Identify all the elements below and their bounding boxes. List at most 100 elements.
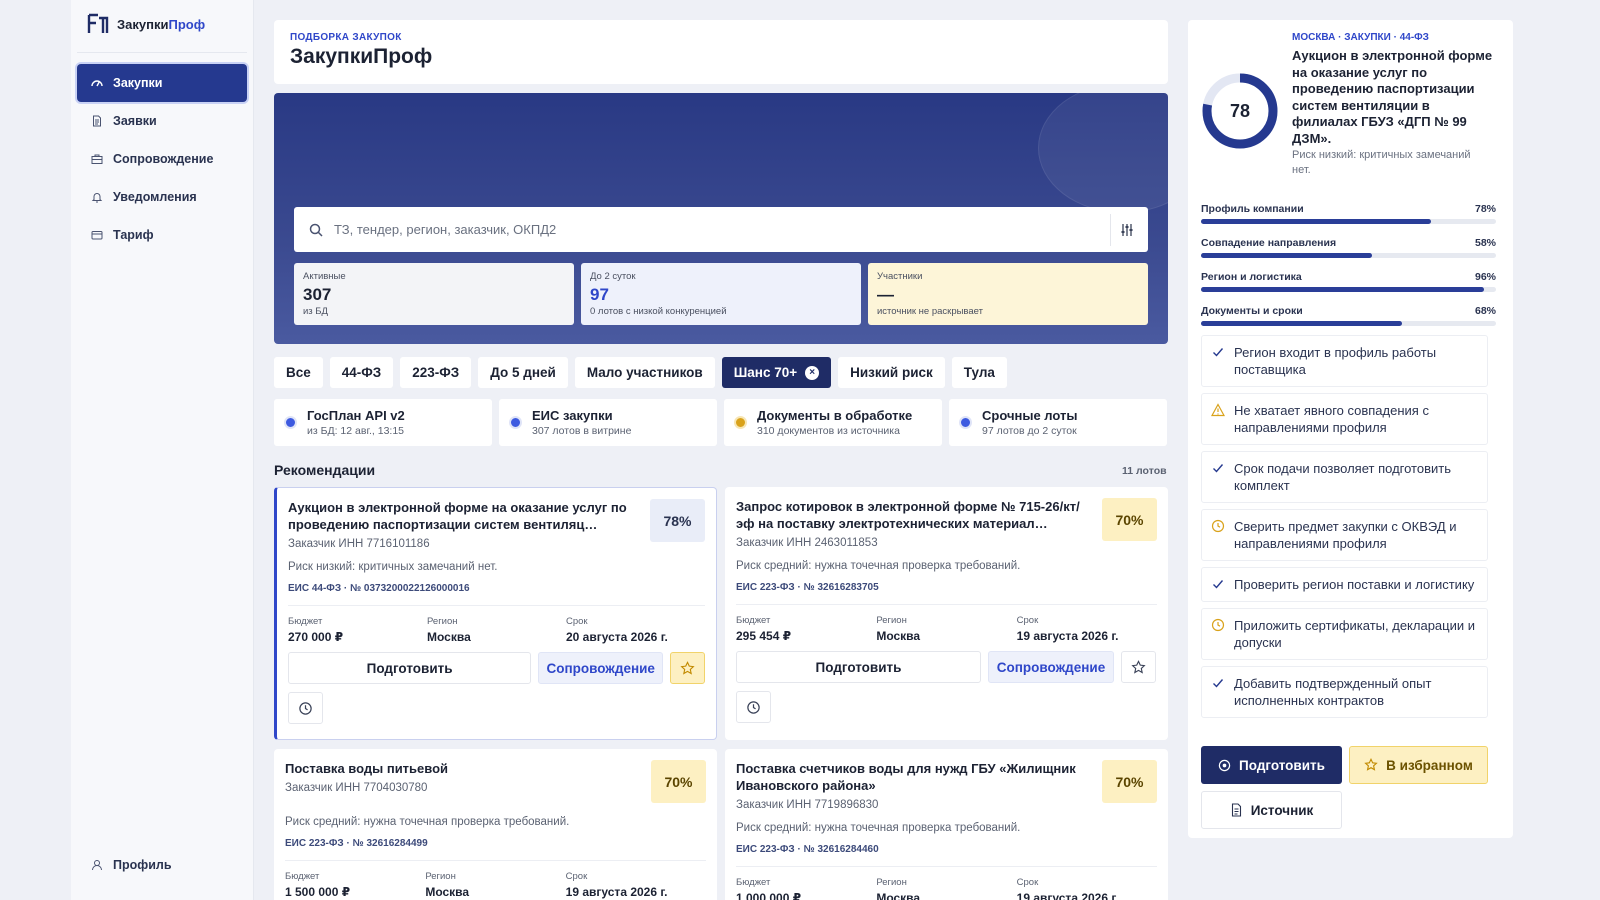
lot-actions: Подготовить Сопровождение [288,652,705,684]
sidebar-item-tarif[interactable]: Тариф [77,216,247,254]
chip-few-participants[interactable]: Мало участников [574,357,715,388]
risk-text: Риск низкий: критичных замечаний нет. [288,561,498,573]
lot-meta: Бюджет 1 500 000 ₽ Регион Москва Срок 19 ав… [285,871,706,899]
filter-chips: Все 44-ФЗ 223-ФЗ До 5 дней Мало участник… [274,357,1007,388]
check-item[interactable]: Не хватает явного совпадения с направлен… [1201,393,1488,445]
chip-all[interactable]: Все [274,357,323,388]
support-button[interactable]: Сопровождение [988,651,1114,683]
sidebar-item-label: Тариф [113,228,154,242]
source-eis[interactable]: ЕИС закупки 307 лотов в витрине [499,399,717,446]
prepare-button[interactable]: Подготовить [288,652,532,684]
budget-label: Бюджет [288,616,323,627]
sidebar-item-zakupki[interactable]: Закупки [77,64,247,102]
lot-card[interactable]: Запрос котировок в электронной форме № 7… [725,487,1168,740]
check-icon [1213,679,1224,688]
source-sub: 310 документов из источника [757,425,900,437]
history-button[interactable] [288,692,323,724]
close-icon[interactable]: × [805,365,820,380]
stat-sub: источник не раскрывает [877,306,983,317]
page-header: ПОДБОРКА ЗАКУПОК ЗакупкиПроф [274,20,1168,84]
eis-number: ЕИС 223-ФЗ · № 32616284499 [285,838,428,849]
check-item[interactable]: Срок подачи позволяет подготовить компле… [1201,451,1488,503]
lot-card[interactable]: Поставка воды питьевой 70% Заказчик ИНН … [274,749,717,900]
divider [736,604,1157,605]
search-input[interactable] [334,222,1110,237]
lot-card[interactable]: Аукцион в электронной форме на оказание … [274,487,717,740]
check-text: Проверить регион поставки и логистику [1234,577,1475,592]
document-icon [1231,803,1241,817]
logo[interactable]: ЗакупкиПроф [87,12,205,36]
score-value: 78 [1229,100,1251,121]
deadline-value: 19 августа 2026 г. [1016,629,1119,643]
check-item[interactable]: Сверить предмет закупки с ОКВЭД и направ… [1201,509,1488,561]
score-badge: 70% [1102,760,1157,803]
button-label: Подготовить [1239,757,1325,773]
bar-label: Регион и логистика [1201,271,1302,283]
prepare-button[interactable]: Подготовить [1201,746,1342,784]
score-bar: Регион и логистика 96% [1201,271,1496,292]
check-item[interactable]: Приложить сертификаты, декларации и допу… [1201,608,1488,660]
check-item[interactable]: Регион входит в профиль работы поставщик… [1201,335,1488,387]
favorite-button[interactable] [1121,651,1156,683]
divider [288,605,705,606]
check-text: Добавить подтвержденный опыт исполненных… [1234,676,1432,708]
score-breakdown: Профиль компании 78% Совпадение направлен… [1201,203,1496,339]
chip-223fz[interactable]: 223-ФЗ [400,357,472,388]
check-item[interactable]: Проверить регион поставки и логистику [1201,567,1488,602]
budget-label: Бюджет [736,615,771,626]
sidebar-item-label: Закупки [113,76,163,90]
history-button[interactable] [736,691,771,723]
stat-label: Участники [877,271,923,282]
eis-number: ЕИС 223-ФЗ · № 32616283705 [736,582,879,593]
favorite-button[interactable] [670,652,705,684]
source-urgent[interactable]: Срочные лоты 97 лотов до 2 суток [949,399,1167,446]
stat-urgent[interactable]: До 2 суток 97 0 лотов с низкой конкуренц… [581,263,861,325]
chip-tula[interactable]: Тула [951,357,1007,388]
stat-participants[interactable]: Участники — источник не раскрывает [868,263,1148,325]
clock-icon [747,700,760,714]
gauge-icon [91,77,103,89]
filter-button[interactable] [1110,213,1142,246]
check-text: Срок подачи позволяет подготовить компле… [1234,461,1451,493]
button-label: В избранном [1386,757,1473,773]
budget-label: Бюджет [285,871,320,882]
chip-44fz[interactable]: 44-ФЗ [329,357,394,388]
document-icon [91,115,103,127]
score-bar: Профиль компании 78% [1201,203,1496,224]
sources-row: ГосПлан API v2 из БД: 12 авг., 13:15 ЕИС … [274,399,1167,446]
lot-card[interactable]: Поставка счетчиков воды для нужд ГБУ «Жи… [725,749,1168,900]
deadline-value: 19 августа 2026 г. [565,885,668,899]
chip-low-risk[interactable]: Низкий риск [838,357,945,388]
sidebar-item-soprovozhdenie[interactable]: Сопровождение [77,140,247,178]
target-icon [1218,759,1231,771]
budget-value: 1 500 000 ₽ [285,885,351,899]
source-gosplan[interactable]: ГосПлан API v2 из БД: 12 авг., 13:15 [274,399,492,446]
support-button[interactable]: Сопровождение [538,652,664,684]
search-bar [294,207,1148,252]
sidebar-item-uvedomleniya[interactable]: Уведомления [77,178,247,216]
deadline-label: Срок [1016,615,1039,626]
divider [285,860,706,861]
prepare-button[interactable]: Подготовить [736,651,981,683]
sidebar-item-zayavki[interactable]: Заявки [77,102,247,140]
detail-title: Аукцион в электронной форме на оказание … [1292,48,1493,146]
sidebar-item-label: Заявки [113,114,157,128]
stat-active[interactable]: Активные 307 из БД [294,263,574,325]
stat-value: 97 [590,285,609,304]
source-title: ЕИС закупки [532,408,613,423]
chip-chance-70[interactable]: Шанс 70+ × [721,357,832,388]
region-value: Москва [425,885,470,899]
lot-meta: Бюджет 1 000 000 ₽ Регион Москва Срок 19 ав… [736,877,1157,900]
chip-5-days[interactable]: До 5 дней [478,357,568,388]
star-icon [680,660,695,675]
source-button[interactable]: Источник [1201,791,1342,829]
bar-label: Профиль компании [1201,203,1304,215]
stats-row: Активные 307 из БД До 2 суток 97 0 лотов… [294,263,1148,325]
source-title: Документы в обработке [757,408,913,423]
profile-link[interactable]: Профиль [91,858,172,872]
sidebar-nav: Закупки Заявки Сопровождение Уведомления… [77,64,247,254]
bar-value: 58% [1474,237,1496,249]
favorite-button[interactable]: В избранном [1349,746,1488,784]
check-item[interactable]: Добавить подтвержденный опыт исполненных… [1201,666,1488,718]
source-documents[interactable]: Документы в обработке 310 документов из и… [724,399,942,446]
